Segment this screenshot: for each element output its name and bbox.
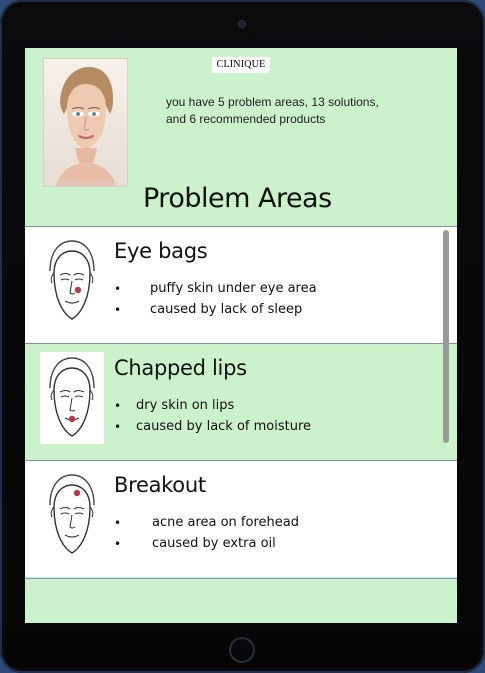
bullet-item: • dry skin on lips <box>114 395 414 416</box>
problem-bullets: • dry skin on lips • caused by lack of m… <box>114 395 414 437</box>
problem-title: Chapped lips <box>114 356 247 380</box>
bottom-area <box>25 578 457 623</box>
face-diagram-icon <box>40 469 104 561</box>
bullet-text: acne area on forehead <box>152 515 299 530</box>
problem-card-eye-bags[interactable]: Eye bags • puffy skin under eye area • c… <box>25 226 457 343</box>
user-portrait-photo <box>43 58 128 187</box>
app-screen: CLINIQUE you have 5 problem areas, 13 so… <box>25 48 457 623</box>
summary-line-1: you have 5 problem areas, 13 solutions, <box>166 95 379 109</box>
camera-icon <box>239 21 245 27</box>
problem-marker <box>74 286 82 294</box>
bullet-dot: • <box>114 536 122 551</box>
problem-marker <box>68 415 76 423</box>
bullet-text: dry skin on lips <box>136 398 235 413</box>
bullet-text: caused by lack of sleep <box>150 302 303 317</box>
bullet-dot: • <box>114 398 122 413</box>
bullet-item: • acne area on forehead <box>114 512 414 533</box>
bullet-dot: • <box>114 515 122 530</box>
problem-marker <box>73 489 81 497</box>
bullet-item: • puffy skin under eye area <box>114 278 414 299</box>
bullet-item: • caused by lack of moisture <box>114 416 414 437</box>
problem-title: Breakout <box>114 473 206 497</box>
problem-title: Eye bags <box>114 239 208 263</box>
summary-line-2: and 6 recommended products <box>166 112 326 126</box>
scrollbar[interactable] <box>443 230 449 443</box>
brand-logo: CLINIQUE <box>212 57 270 73</box>
page-title: Problem Areas <box>143 183 332 214</box>
bullet-item: • caused by extra oil <box>114 533 414 554</box>
face-diagram-icon <box>40 352 104 444</box>
problem-card-chapped-lips[interactable]: Chapped lips • dry skin on lips • caused… <box>25 343 457 460</box>
problem-bullets: • puffy skin under eye area • caused by … <box>114 278 414 320</box>
problem-bullets: • acne area on forehead • caused by extr… <box>114 512 414 554</box>
bullet-item: • caused by lack of sleep <box>114 299 414 320</box>
face-diagram-icon <box>40 235 104 327</box>
bullet-text: puffy skin under eye area <box>150 281 317 296</box>
bullet-dot: • <box>114 302 122 317</box>
bullet-text: caused by lack of moisture <box>136 419 312 434</box>
problem-areas-list[interactable]: Eye bags • puffy skin under eye area • c… <box>25 226 457 578</box>
home-button[interactable] <box>229 637 255 663</box>
bullet-dot: • <box>114 419 122 434</box>
problem-card-breakout[interactable]: Breakout • acne area on forehead • cause… <box>25 460 457 577</box>
tablet-frame: CLINIQUE you have 5 problem areas, 13 so… <box>0 0 485 673</box>
bullet-text: caused by extra oil <box>152 536 276 551</box>
summary: you have 5 problem areas, 13 solutions, … <box>166 94 436 128</box>
bullet-dot: • <box>114 281 122 296</box>
header: CLINIQUE you have 5 problem areas, 13 so… <box>25 48 457 226</box>
